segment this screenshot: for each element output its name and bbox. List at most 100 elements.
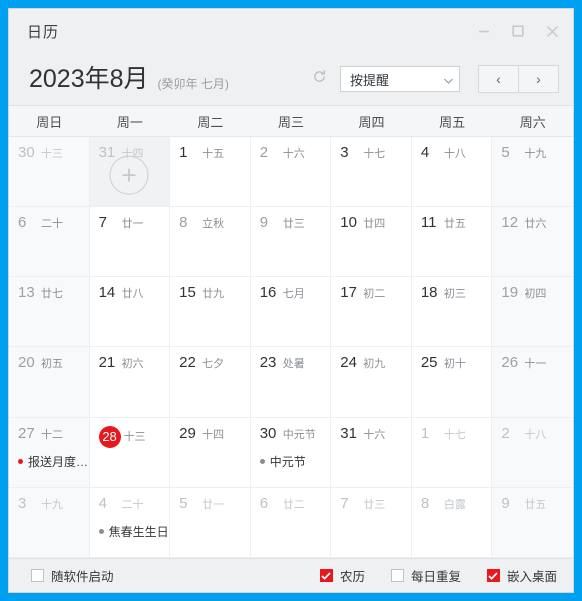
- day-cell[interactable]: 1 十五: [170, 137, 251, 208]
- day-cell[interactable]: 5 廿一: [170, 487, 251, 558]
- lunar-label: 廿三: [282, 218, 305, 231]
- lunar-label: 初三: [443, 288, 466, 301]
- day-number: 5: [501, 144, 510, 161]
- day-cell[interactable]: 4 二十 焦春生生日: [89, 487, 171, 558]
- lunar-label: 廿八: [121, 288, 144, 301]
- maximize-button[interactable]: [501, 16, 535, 46]
- day-cell[interactable]: 11 廿五: [411, 207, 493, 278]
- day-number: 21: [98, 354, 116, 372]
- day-cell[interactable]: 7 廿三: [331, 487, 412, 558]
- lunar-label: 廿三: [363, 498, 386, 511]
- day-cell[interactable]: 26 十一: [492, 347, 573, 418]
- lunar-label: 廿九: [202, 288, 225, 301]
- filter-select-value: 按提醒: [350, 72, 390, 88]
- weekday-label-6: 周六: [519, 114, 546, 130]
- event-dot-icon: [259, 458, 265, 464]
- minimize-button[interactable]: [467, 16, 501, 46]
- close-icon: [546, 25, 559, 38]
- day-cell[interactable]: 13 廿七: [9, 277, 90, 348]
- refresh-button[interactable]: [308, 68, 330, 90]
- next-month-button[interactable]: ›: [518, 66, 558, 92]
- plus-icon: [122, 168, 136, 182]
- day-cell[interactable]: 7 廿一: [89, 207, 171, 278]
- day-cell[interactable]: 4 十八: [411, 137, 493, 208]
- weekday-label-0: 周日: [36, 114, 63, 130]
- lunar-label: 初二: [363, 288, 386, 301]
- lunar-label: 二十: [41, 218, 63, 231]
- day-number: 1: [179, 144, 188, 161]
- day-cell[interactable]: 6 廿二: [250, 487, 332, 558]
- weekday-header: 周日 周一 周二 周三 周四 周五 周六: [9, 106, 573, 137]
- status-bar: 随软件启动 农历 每日重复 嵌入桌面: [9, 558, 573, 592]
- day-cell[interactable]: 10 廿四: [331, 207, 412, 278]
- day-cell[interactable]: 9 廿五: [492, 487, 573, 558]
- day-cell[interactable]: 8 立秋: [170, 207, 251, 278]
- day-number: 25: [420, 354, 438, 372]
- day-cell[interactable]: 30 中元节 中元节: [250, 417, 332, 488]
- day-number: 19: [501, 284, 519, 302]
- day-number: 7: [98, 214, 107, 232]
- close-button[interactable]: [535, 16, 569, 46]
- lunar-checkbox-box: [319, 569, 333, 582]
- day-number: 10: [340, 214, 357, 232]
- lunar-label: 十三: [41, 148, 63, 160]
- day-cell[interactable]: 30 十三: [9, 137, 90, 208]
- lunar-label: 七月: [282, 288, 305, 301]
- day-cell[interactable]: 23 处暑: [250, 347, 332, 418]
- day-cell[interactable]: 3 十七: [331, 137, 412, 208]
- lunar-label: 十七: [363, 148, 386, 160]
- day-cell[interactable]: 19 初四: [492, 277, 573, 348]
- day-cell[interactable]: 28 十三: [89, 417, 171, 488]
- day-cell[interactable]: 2 十八: [492, 417, 573, 488]
- day-cell[interactable]: 5 十九: [492, 137, 573, 208]
- weekday-label-3: 周三: [277, 114, 304, 130]
- day-cell[interactable]: 17 初二: [331, 277, 412, 348]
- day-cell[interactable]: 1 十七: [411, 417, 493, 488]
- day-cell[interactable]: 20 初五: [9, 347, 90, 418]
- calendar-window: 日历 2023年8月 (癸卯年 七月) 按提醒 ‹ › 周日 周一 周二 周三 …: [8, 8, 574, 593]
- title-bar: 日历: [9, 9, 573, 53]
- filter-select[interactable]: 按提醒: [340, 66, 460, 92]
- day-cell[interactable]: 16 七月: [250, 277, 332, 348]
- prev-month-button[interactable]: ‹: [479, 66, 518, 92]
- day-cell[interactable]: 21 初六: [89, 347, 171, 418]
- day-cell[interactable]: 27 十二 报送月度…: [9, 417, 90, 488]
- event-title: 焦春生生日: [108, 524, 169, 539]
- day-number: 16: [259, 284, 277, 302]
- day-number: 20: [18, 354, 35, 372]
- day-cell[interactable]: 6 二十: [9, 207, 90, 278]
- lunar-label: 廿五: [443, 218, 466, 231]
- checkbox-embed-desktop[interactable]: 嵌入桌面: [486, 566, 557, 585]
- minimize-icon: [478, 25, 490, 37]
- day-cell[interactable]: 15 廿九: [170, 277, 251, 348]
- day-cell[interactable]: 12 廿六: [492, 207, 573, 278]
- add-event-button[interactable]: [109, 155, 149, 195]
- day-cell[interactable]: 18 初三: [411, 277, 493, 348]
- event-item[interactable]: 中元节: [259, 453, 331, 470]
- lunar-label: 中元节: [282, 428, 316, 441]
- lunar-label: 廿六: [524, 218, 547, 231]
- day-cell[interactable]: 9 廿三: [250, 207, 332, 278]
- day-cell[interactable]: 3 十九: [9, 487, 90, 558]
- event-item[interactable]: 焦春生生日: [98, 523, 170, 540]
- day-number: 6: [259, 494, 269, 512]
- day-number: 8: [420, 494, 430, 512]
- embed-desktop-checkbox-box: [486, 569, 500, 582]
- day-cell[interactable]: 8 白露: [411, 487, 493, 558]
- checkbox-lunar[interactable]: 农历: [319, 566, 365, 585]
- lunar-label: 初九: [363, 358, 386, 371]
- daily-repeat-checkbox-box: [390, 569, 404, 582]
- lunar-label: 十五: [202, 148, 225, 160]
- checkbox-autostart[interactable]: 随软件启动: [31, 566, 114, 585]
- day-cell[interactable]: 24 初九: [331, 347, 412, 418]
- checkbox-daily-repeat[interactable]: 每日重复: [390, 566, 461, 585]
- day-cell[interactable]: 31 十四: [89, 137, 171, 208]
- day-cell[interactable]: 22 七夕: [170, 347, 251, 418]
- day-cell[interactable]: 25 初十: [411, 347, 493, 418]
- event-item[interactable]: 报送月度…: [18, 453, 89, 470]
- chevron-down-icon: [444, 72, 453, 87]
- day-cell[interactable]: 14 廿八: [89, 277, 171, 348]
- day-cell[interactable]: 31 十六: [331, 417, 412, 488]
- day-cell[interactable]: 2 十六: [250, 137, 332, 208]
- day-cell[interactable]: 29 十四: [170, 417, 251, 488]
